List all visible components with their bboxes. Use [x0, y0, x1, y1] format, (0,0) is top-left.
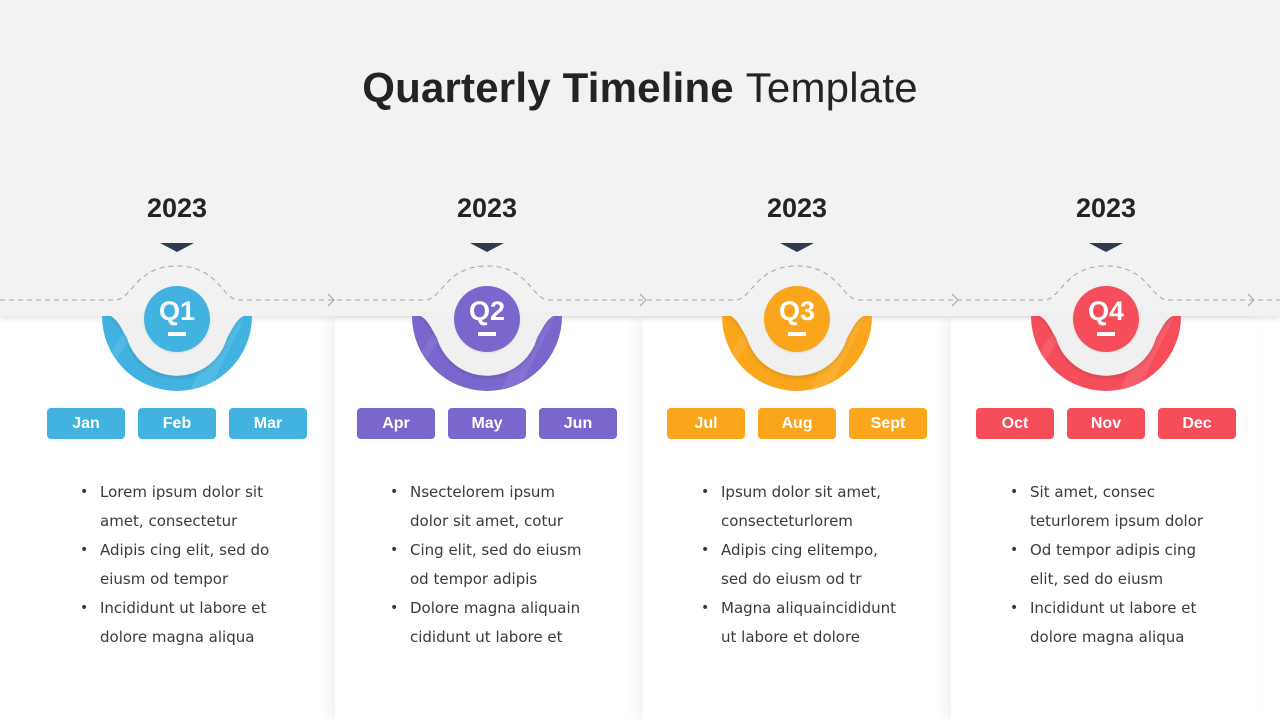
quarter-label: Q2	[468, 296, 506, 326]
bullet-item: Incididunt ut labore et dolore magna ali…	[80, 594, 280, 652]
quarter-badge: Q3	[764, 286, 830, 352]
year-label: 2023	[456, 193, 518, 223]
month-pill[interactable]: Jun	[539, 408, 617, 439]
month-pill[interactable]: Aug	[758, 408, 836, 439]
bullet-item: Magna aliquaincididunt ut labore et dolo…	[701, 594, 901, 652]
month-pills: Oct Nov Dec	[951, 408, 1261, 439]
pointer-triangle-icon	[470, 243, 504, 252]
bullet-list: Lorem ipsum dolor sit amet, consectetur …	[80, 478, 280, 652]
pointer-triangle-icon	[1089, 243, 1123, 252]
bullet-item: Od tempor adipis cing elit, sed do eiusm	[1010, 536, 1210, 594]
month-pill[interactable]: Jan	[47, 408, 125, 439]
dash-icon	[788, 332, 806, 336]
month-pills: Jan Feb Mar	[22, 408, 332, 439]
pointer-triangle-icon	[780, 243, 814, 252]
bullet-item: Incididunt ut labore et dolore magna ali…	[1010, 594, 1210, 652]
bullet-item: Nsectelorem ipsum dolor sit amet, cotur	[390, 478, 590, 536]
month-pill[interactable]: Feb	[138, 408, 216, 439]
bullet-item: Adipis cing elit, sed do eiusm od tempor	[80, 536, 280, 594]
title-bold: Quarterly Timeline	[362, 64, 734, 111]
pointer-triangle-icon	[160, 243, 194, 252]
month-pills: Jul Aug Sept	[642, 408, 952, 439]
bullet-item: Ipsum dolor sit amet, consecteturlorem	[701, 478, 901, 536]
month-pill[interactable]: Sept	[849, 408, 927, 439]
page-title: Quarterly Timeline Template	[0, 64, 1280, 112]
quarter-label: Q3	[778, 296, 816, 326]
month-pill[interactable]: Oct	[976, 408, 1054, 439]
title-light: Template	[745, 64, 918, 111]
month-pill[interactable]: Dec	[1158, 408, 1236, 439]
quarter-label: Q4	[1087, 296, 1125, 326]
month-pill[interactable]: Jul	[667, 408, 745, 439]
dash-icon	[478, 332, 496, 336]
quarter-badge: Q1	[144, 286, 210, 352]
dash-icon	[1097, 332, 1115, 336]
month-pill[interactable]: Nov	[1067, 408, 1145, 439]
dash-icon	[168, 332, 186, 336]
quarter-badge: Q4	[1073, 286, 1139, 352]
quarter-label: Q1	[158, 296, 196, 326]
bullet-list: Ipsum dolor sit amet, consecteturlorem A…	[701, 478, 901, 652]
bullet-item: Dolore magna aliquain cididunt ut labore…	[390, 594, 590, 652]
bullet-item: Cing elit, sed do eiusm od tempor adipis	[390, 536, 590, 594]
month-pill[interactable]: May	[448, 408, 526, 439]
year-label: 2023	[766, 193, 828, 223]
quarter-badge: Q2	[454, 286, 520, 352]
bullet-item: Lorem ipsum dolor sit amet, consectetur	[80, 478, 280, 536]
year-label: 2023	[1075, 193, 1137, 223]
month-pill[interactable]: Apr	[357, 408, 435, 439]
year-label: 2023	[146, 193, 208, 223]
bullet-list: Nsectelorem ipsum dolor sit amet, cotur …	[390, 478, 590, 652]
bullet-list: Sit amet, consec teturlorem ipsum dolor …	[1010, 478, 1210, 652]
month-pills: Apr May Jun	[332, 408, 642, 439]
bullet-item: Sit amet, consec teturlorem ipsum dolor	[1010, 478, 1210, 536]
bullet-item: Adipis cing elitempo, sed do eiusm od tr	[701, 536, 901, 594]
month-pill[interactable]: Mar	[229, 408, 307, 439]
